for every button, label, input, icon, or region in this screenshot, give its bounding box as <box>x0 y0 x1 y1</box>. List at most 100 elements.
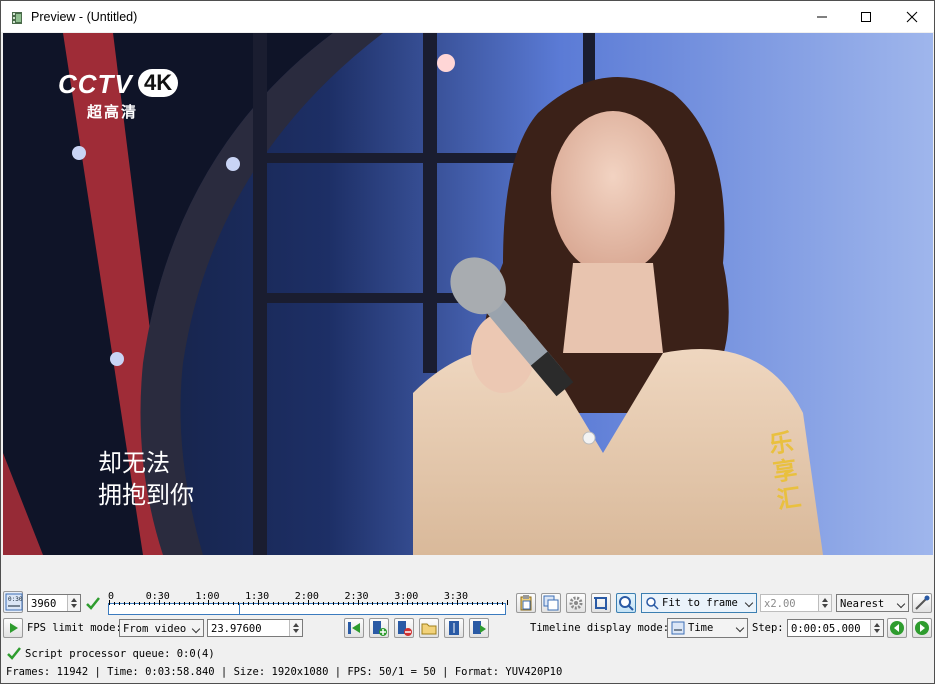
timeline-tick <box>297 602 299 605</box>
settings-button[interactable] <box>566 593 586 613</box>
timeline-tick <box>392 602 394 605</box>
timeline-tick <box>148 602 150 605</box>
fps-limit-label: FPS limit mode: <box>27 622 122 634</box>
timeline-tick <box>506 600 508 605</box>
timeline-tick <box>307 600 309 605</box>
frame-number-spinbox[interactable]: 3960 <box>27 594 81 612</box>
step-forward-icon <box>915 621 929 635</box>
previous-bookmark-button[interactable] <box>444 618 464 638</box>
scale-mode-value: Nearest <box>840 598 885 610</box>
jump-start-icon <box>348 622 360 634</box>
timeline-tick <box>163 602 165 605</box>
step-spin-buttons[interactable] <box>870 620 883 636</box>
magnifier-icon <box>619 596 634 611</box>
fps-value-spinbox[interactable]: 23.97600 <box>207 619 303 637</box>
minimize-button[interactable] <box>799 1 845 32</box>
timeline-tick <box>268 602 270 605</box>
fps-limit-select[interactable]: From video <box>119 619 204 637</box>
timeline-tick <box>143 602 145 605</box>
timeline-tick <box>287 602 289 605</box>
queue-ok-icon <box>7 647 21 660</box>
zoom-button[interactable] <box>616 593 636 613</box>
timeline-tick <box>233 602 235 605</box>
timeline-tick <box>501 602 503 605</box>
zoom-ratio-spinbox[interactable]: x2.00 <box>760 594 832 612</box>
add-bookmark-button[interactable] <box>369 618 389 638</box>
fps-spin-buttons[interactable] <box>289 620 302 636</box>
timeline-tick <box>302 602 304 605</box>
timeline-track[interactable] <box>108 600 508 615</box>
step-back-icon <box>890 621 904 635</box>
timeline-slider[interactable]: 0 0:30 1:00 1:30 2:00 2:30 3:00 3:30 <box>108 591 508 615</box>
minimize-icon <box>817 16 827 17</box>
remove-bookmark-button[interactable] <box>394 618 414 638</box>
pipette-icon <box>915 595 930 610</box>
timeline-tick <box>109 600 110 605</box>
timeline-mode-select[interactable]: Time <box>667 618 748 638</box>
play-icon <box>10 623 18 633</box>
preview-padding <box>3 555 933 587</box>
timeline-mode-value: Time <box>688 622 714 634</box>
timeline-tick <box>168 602 170 605</box>
step-forward-button[interactable] <box>912 618 932 638</box>
clipboard-icon <box>520 595 532 611</box>
folder-icon <box>421 623 437 635</box>
load-bookmarks-button[interactable] <box>419 618 439 638</box>
step-back-button[interactable] <box>887 618 907 638</box>
scale-mode-select[interactable]: Nearest <box>836 594 909 612</box>
timeline-tick <box>277 602 279 605</box>
timeline-tick <box>352 602 354 605</box>
next-bookmark-button[interactable] <box>469 618 489 638</box>
timeline-tick <box>372 602 374 605</box>
fps-limit-value: From video <box>123 623 187 635</box>
timeline-tick <box>362 602 364 605</box>
timeline-tick <box>432 602 434 605</box>
timeline-tick <box>402 602 404 605</box>
timeline-tick <box>322 602 324 605</box>
frame-spin-buttons[interactable] <box>67 595 80 611</box>
timeline-tick <box>427 602 429 605</box>
video-preview[interactable]: CCTV 4K 超高清 却无法 拥抱到你 乐享汇 <box>3 33 933 555</box>
gear-icon <box>569 596 583 610</box>
zoom-ratio-spin-buttons[interactable] <box>818 595 831 611</box>
timeline-tick <box>441 602 443 605</box>
close-button[interactable] <box>889 1 935 32</box>
timeline-tick <box>317 602 319 605</box>
timeline-tick <box>476 602 478 605</box>
timeline-tick <box>258 600 260 605</box>
zoom-mode-value: Fit to frame <box>662 597 738 609</box>
step-spinbox[interactable]: 0:00:05.000 <box>787 619 884 637</box>
bookmark-add-icon <box>373 621 387 636</box>
timeline-tick <box>377 602 379 605</box>
timeline-tick <box>208 600 210 605</box>
timeline-tick <box>357 600 359 605</box>
time-format-button[interactable]: 0:30 <box>3 591 23 613</box>
timeline-tick <box>193 602 195 605</box>
maximize-button[interactable] <box>843 1 889 32</box>
title-bar: Preview - (Untitled) <box>1 1 934 32</box>
timeline-tick <box>491 602 493 605</box>
zoom-mode-select[interactable]: Fit to frame <box>641 593 757 613</box>
timeline-tick <box>347 602 349 605</box>
zoom-mode-icon <box>646 597 659 610</box>
timeline-tick <box>382 602 384 605</box>
timeline-cursor[interactable] <box>239 604 240 614</box>
copy-frame-button[interactable] <box>541 593 561 613</box>
zoom-ratio-value: x2.00 <box>764 598 796 610</box>
crop-button[interactable] <box>591 593 611 613</box>
jump-to-start-button[interactable] <box>344 618 364 638</box>
window-title: Preview - (Untitled) <box>31 9 138 24</box>
timeline-tick <box>253 602 255 605</box>
timeline-mode-label: Timeline display mode: <box>530 622 670 634</box>
play-button[interactable] <box>3 618 23 638</box>
timeline-tick <box>486 602 488 605</box>
channel-badge: 4K <box>138 69 179 97</box>
timeline-tick <box>123 602 125 605</box>
timeline-tick <box>158 600 160 605</box>
timeline-tick <box>342 602 344 605</box>
timeline-tick <box>417 602 419 605</box>
color-picker-button[interactable] <box>912 593 932 613</box>
close-icon <box>906 11 918 22</box>
crop-icon <box>594 597 607 610</box>
paste-button[interactable] <box>516 593 536 613</box>
